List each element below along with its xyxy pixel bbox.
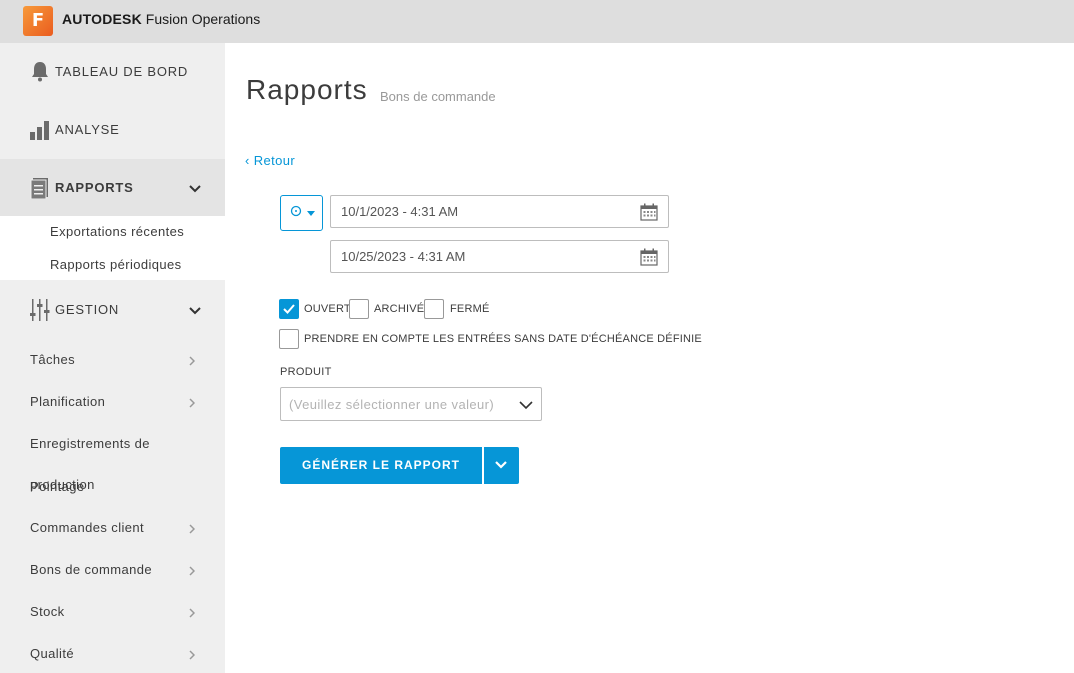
clock-icon [290, 205, 302, 217]
calendar-icon[interactable] [640, 203, 658, 221]
checkmark-icon [283, 304, 295, 314]
chevron-right-icon[interactable] [189, 608, 195, 618]
chevron-down-icon [495, 461, 507, 469]
top-bar: F AUTODESK Fusion Operations [0, 0, 1074, 43]
chevron-right-icon[interactable] [189, 524, 195, 534]
sidebar-item-commandes-client[interactable]: Commandes client [30, 520, 144, 535]
chevron-down-icon[interactable] [189, 307, 201, 315]
sans-date-label: PRENDRE EN COMPTE LES ENTRÉES SANS DATE … [304, 333, 702, 345]
sans-date-checkbox[interactable] [279, 329, 299, 349]
chevron-down-icon [519, 401, 533, 410]
bell-icon [32, 62, 48, 82]
ouvert-label: OUVERT [304, 303, 351, 315]
sidebar-item-tableau-de-bord[interactable]: TABLEAU DE BORD [0, 43, 225, 101]
bar-chart-icon [30, 121, 49, 140]
date-mode-toggle[interactable] [280, 195, 323, 231]
sliders-icon [30, 299, 50, 321]
archive-label: ARCHIVÉ [374, 303, 425, 315]
sidebar-item-stock[interactable]: Stock [30, 604, 65, 619]
chevron-right-icon[interactable] [189, 566, 195, 576]
sidebar-item-taches[interactable]: Tâches [30, 352, 75, 367]
chevron-down-icon[interactable] [189, 185, 201, 193]
sidebar-item-gestion[interactable]: GESTION [0, 281, 225, 339]
page-subtitle: Bons de commande [380, 89, 496, 104]
sidebar-item-planification[interactable]: Planification [30, 394, 105, 409]
sidebar: TABLEAU DE BORD ANALYSE RAPPORTS Exporta… [0, 43, 225, 673]
generate-report-button[interactable]: GÉNÉRER LE RAPPORT [280, 447, 482, 484]
sidebar-item-analyse[interactable]: ANALYSE [0, 101, 225, 159]
back-link[interactable]: ‹ Retour [245, 153, 295, 168]
ferme-checkbox[interactable] [424, 299, 444, 319]
date-to-input[interactable]: 10/25/2023 - 4:31 AM [330, 240, 669, 273]
sidebar-item-bons-de-commande[interactable]: Bons de commande [30, 562, 152, 577]
generate-options-button[interactable] [484, 447, 519, 484]
fusion-logo-icon[interactable]: F [23, 6, 53, 36]
chevron-right-icon[interactable] [189, 398, 195, 408]
sidebar-item-exportations-recentes[interactable]: Exportations récentes [50, 224, 184, 239]
calendar-icon[interactable] [640, 248, 658, 266]
produit-select[interactable]: (Veuillez sélectionner une valeur) [280, 387, 542, 421]
archive-checkbox[interactable] [349, 299, 369, 319]
ferme-label: FERMÉ [450, 303, 490, 315]
produit-label: PRODUIT [280, 366, 332, 378]
sidebar-item-rapports[interactable]: RAPPORTS [0, 159, 225, 217]
chevron-right-icon[interactable] [189, 356, 195, 366]
sidebar-item-rapports-periodiques[interactable]: Rapports périodiques [50, 257, 182, 272]
sidebar-item-qualite[interactable]: Qualité [30, 646, 74, 661]
caret-down-icon [307, 211, 315, 216]
page-title: Rapports [246, 74, 368, 105]
document-icon [30, 178, 48, 199]
ouvert-checkbox[interactable] [279, 299, 299, 319]
brand-name: AUTODESK Fusion Operations [62, 11, 261, 27]
date-from-input[interactable]: 10/1/2023 - 4:31 AM [330, 195, 669, 228]
rapports-submenu: Exportations récentes Rapports périodiqu… [0, 216, 225, 280]
sidebar-item-enregistrements[interactable]: Enregistrements de [30, 436, 150, 451]
chevron-right-icon[interactable] [189, 650, 195, 660]
sidebar-item-pointage[interactable]: Pointage [30, 479, 85, 494]
